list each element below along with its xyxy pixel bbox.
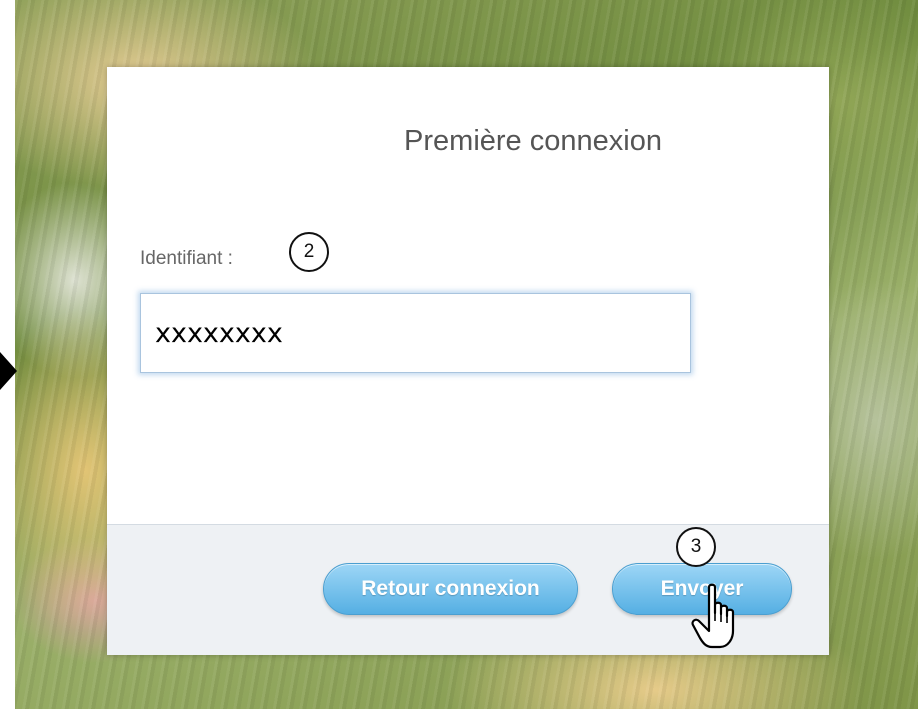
annotation-marker-2: 2 bbox=[289, 232, 329, 272]
identifier-label: Identifiant : bbox=[140, 248, 233, 269]
identifier-input[interactable] bbox=[140, 293, 691, 373]
annotation-marker-3: 3 bbox=[676, 527, 716, 567]
back-to-login-button[interactable]: Retour connexion bbox=[323, 563, 578, 615]
hand-pointer-icon bbox=[691, 583, 735, 649]
first-login-dialog: Première connexion Identifiant : 2 Retou… bbox=[107, 67, 829, 655]
arrow-right-icon bbox=[0, 352, 17, 390]
dialog-title: Première connexion bbox=[404, 125, 662, 157]
